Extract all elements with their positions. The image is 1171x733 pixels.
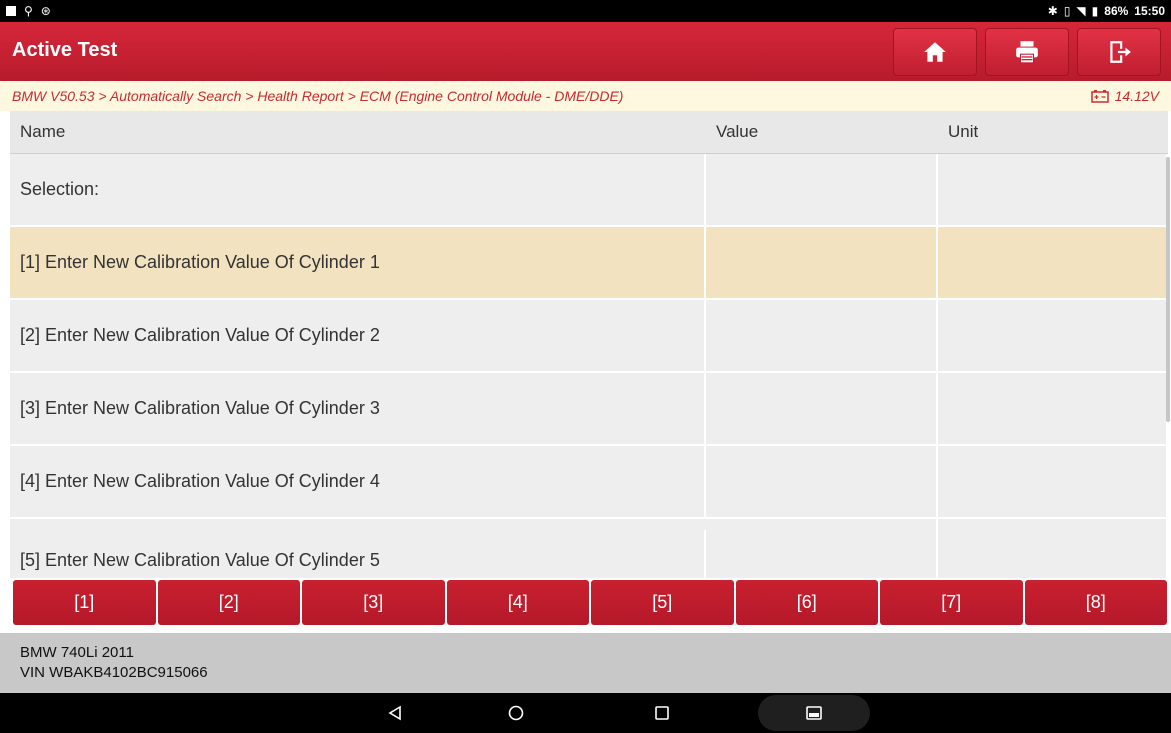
screenshot-button[interactable]	[758, 695, 870, 731]
table-row[interactable]: [4] Enter New Calibration Value Of Cylin…	[10, 446, 1168, 519]
row-value	[706, 373, 938, 444]
vehicle-vin: VIN WBAKB4102BC915066	[20, 664, 208, 681]
row-name: [1] Enter New Calibration Value Of Cylin…	[10, 227, 706, 298]
row-unit	[938, 300, 1168, 371]
row-unit	[938, 227, 1168, 298]
breadcrumb-path: BMW V50.53 > Automatically Search > Heal…	[12, 88, 624, 104]
screenshot-icon	[806, 706, 822, 720]
wifi-icon: ◥	[1076, 4, 1086, 18]
column-header-unit: Unit	[948, 122, 979, 141]
data-table: Name Value Unit Selection: [1] Enter New…	[10, 111, 1168, 578]
row-unit	[938, 154, 1168, 225]
row-value	[706, 300, 938, 371]
breadcrumb: BMW V50.53 > Automatically Search > Heal…	[0, 81, 1171, 111]
column-header-name: Name	[20, 122, 66, 141]
column-header-value: Value	[716, 122, 759, 141]
key-button-8[interactable]: [8]	[1024, 580, 1167, 625]
key-button-3[interactable]: [3]	[302, 580, 445, 625]
key-button-6[interactable]: [6]	[735, 580, 878, 625]
key-button-2[interactable]: [2]	[157, 580, 300, 625]
system-status-bar: ⚲ ⊛ ✱ ▯ ◥ ▮ 86% 15:50	[0, 0, 1171, 22]
row-value	[706, 517, 938, 578]
page-title: Active Test	[12, 39, 118, 61]
bluetooth-icon: ✱	[1047, 4, 1058, 18]
clock: 15:50	[1134, 4, 1165, 18]
exit-button[interactable]	[1077, 28, 1161, 76]
battery-percent: 86%	[1104, 4, 1129, 18]
voltage-indicator: 14.12V	[1090, 88, 1159, 104]
table-row[interactable]: [5] Enter New Calibration Value Of Cylin…	[10, 517, 1168, 578]
row-unit	[938, 517, 1168, 578]
row-unit	[938, 446, 1168, 517]
row-name: [4] Enter New Calibration Value Of Cylin…	[10, 446, 706, 517]
settings-status-icon: ⊛	[40, 4, 51, 18]
table-row[interactable]: Selection:	[10, 154, 1168, 227]
row-name: [5] Enter New Calibration Value Of Cylin…	[10, 530, 706, 578]
row-name: [3] Enter New Calibration Value Of Cylin…	[10, 373, 706, 444]
notification-icon	[6, 6, 16, 16]
print-icon	[1016, 41, 1038, 64]
app-header: Active Test	[0, 22, 1171, 81]
usb-icon: ⚲	[24, 4, 33, 18]
key-button-1[interactable]: [1]	[13, 580, 156, 625]
key-button-5[interactable]: [5]	[591, 580, 734, 625]
recents-icon[interactable]	[654, 705, 670, 721]
row-value	[706, 446, 938, 517]
battery-icon: ▮	[1091, 4, 1099, 18]
battery-voltage-icon	[1090, 90, 1109, 103]
row-unit	[938, 373, 1168, 444]
back-icon[interactable]	[387, 705, 403, 721]
key-button-4[interactable]: [4]	[446, 580, 589, 625]
table-row[interactable]: [2] Enter New Calibration Value Of Cylin…	[10, 300, 1168, 373]
vehicle-model: BMW 740Li 2011	[20, 644, 134, 661]
home-icon	[924, 42, 946, 62]
table-row-selected[interactable]: [1] Enter New Calibration Value Of Cylin…	[10, 227, 1168, 300]
row-value	[706, 154, 938, 225]
table-scrollbar[interactable]	[1166, 157, 1170, 422]
vibrate-icon: ▯	[1063, 4, 1071, 18]
row-name: Selection:	[10, 154, 706, 225]
table-header: Name Value Unit	[10, 111, 1168, 154]
row-value	[706, 227, 938, 298]
print-button[interactable]	[985, 28, 1069, 76]
key-button-7[interactable]: [7]	[880, 580, 1023, 625]
exit-icon	[1110, 41, 1131, 63]
system-navigation-bar	[0, 693, 1171, 733]
home-nav-icon[interactable]	[508, 705, 524, 721]
home-button[interactable]	[893, 28, 977, 76]
voltage-value: 14.12V	[1114, 88, 1159, 104]
row-name: [2] Enter New Calibration Value Of Cylin…	[10, 300, 706, 371]
function-key-bar: [1] [2] [3] [4] [5] [6] [7] [8]	[13, 580, 1167, 625]
table-row[interactable]: [3] Enter New Calibration Value Of Cylin…	[10, 373, 1168, 446]
